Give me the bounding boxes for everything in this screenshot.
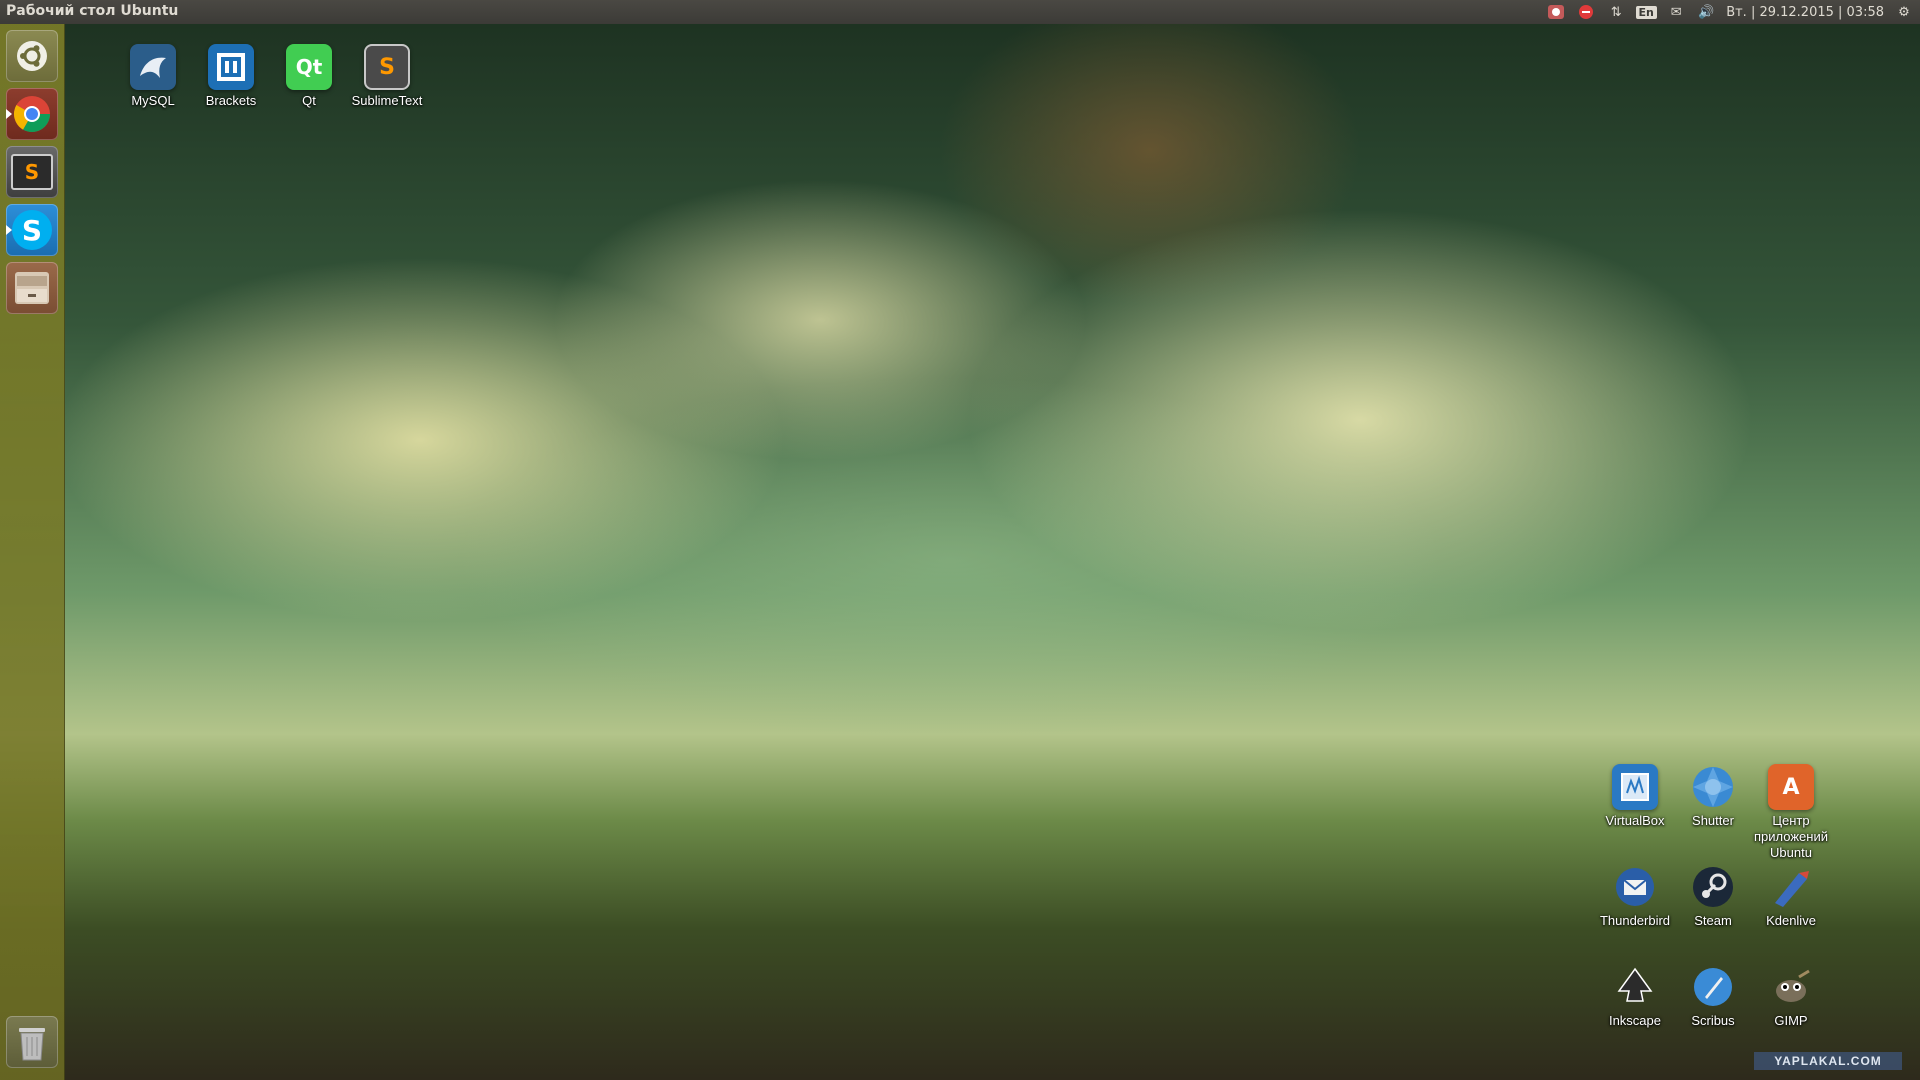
mail-icon[interactable]: ✉ xyxy=(1666,3,1686,21)
desktop-icon-label: Shutter xyxy=(1692,813,1734,828)
desktop-icon-label: Kdenlive xyxy=(1766,913,1816,928)
launcher-item-skype[interactable]: S xyxy=(6,204,58,256)
file-cabinet-icon xyxy=(15,272,49,304)
running-indicator xyxy=(6,109,12,119)
thunderbird-icon xyxy=(1612,864,1658,910)
volume-icon[interactable]: 🔊 xyxy=(1696,3,1716,21)
top-panel: Рабочий стол Ubuntu ⇅ En ✉ 🔊 Вт. | 29.12… xyxy=(0,0,1920,24)
brackets-icon xyxy=(208,44,254,90)
scribus-icon xyxy=(1690,964,1736,1010)
desktop-icon-thunderbird[interactable]: Thunderbird xyxy=(1595,864,1675,929)
datetime-indicator[interactable]: Вт. | 29.12.2015 | 03:58 xyxy=(1726,5,1884,20)
desktop-icon-label: GIMP xyxy=(1774,1013,1808,1028)
desktop-icon-label: MySQL xyxy=(131,93,175,108)
mysql-dolphin-icon xyxy=(130,44,176,90)
desktop-icon-scribus[interactable]: Scribus xyxy=(1673,964,1753,1029)
inkscape-icon xyxy=(1612,964,1658,1010)
desktop-icon-software-center[interactable]: A Центр приложений Ubuntu xyxy=(1751,764,1831,861)
desktop-icon-brackets[interactable]: Brackets xyxy=(191,44,271,109)
desktop-icon-label: SublimeText xyxy=(351,93,423,108)
sublime-text-icon: S xyxy=(364,44,410,90)
shutter-icon xyxy=(1690,764,1736,810)
desktop-icon-mysql[interactable]: MySQL xyxy=(113,44,193,109)
desktop-icon-label: Inkscape xyxy=(1608,1013,1662,1028)
keyboard-layout-indicator[interactable]: En xyxy=(1635,3,1657,21)
network-icon[interactable]: ⇅ xyxy=(1606,3,1626,21)
window-title: Рабочий стол Ubuntu xyxy=(6,3,179,19)
chrome-icon xyxy=(13,96,51,133)
unity-launcher: S S xyxy=(0,24,65,1080)
trash-icon xyxy=(19,1028,45,1061)
keyboard-language: En xyxy=(1635,5,1657,19)
gear-icon[interactable]: ⚙ xyxy=(1894,3,1914,21)
steam-icon xyxy=(1690,864,1736,910)
desktop-icon-qt[interactable]: Qt Qt xyxy=(269,44,349,109)
ubuntu-software-center-icon: A xyxy=(1768,764,1814,810)
desktop-icon-label: Brackets xyxy=(205,93,257,108)
desktop-icon-label: Qt xyxy=(302,93,316,108)
launcher-item-dash[interactable] xyxy=(6,30,58,82)
do-not-disturb-icon[interactable] xyxy=(1576,3,1596,21)
desktop-icon-gimp[interactable]: GIMP xyxy=(1751,964,1831,1029)
desktop-icon-label: Scribus xyxy=(1691,1013,1735,1028)
sublime-text-icon: S xyxy=(11,154,53,190)
launcher-item-trash[interactable] xyxy=(6,1016,58,1068)
ubuntu-logo-icon xyxy=(17,41,47,71)
desktop-icon-shutter[interactable]: Shutter xyxy=(1673,764,1753,829)
kdenlive-icon xyxy=(1768,864,1814,910)
desktop-icon-kdenlive[interactable]: Kdenlive xyxy=(1751,864,1831,929)
running-indicator xyxy=(6,225,12,235)
desktop-icon-label: Центр приложений Ubuntu xyxy=(1754,813,1828,860)
launcher-item-sublime-text[interactable]: S xyxy=(6,146,58,198)
watermark: YAPLAKAL.COM xyxy=(1754,1052,1902,1070)
indicator-app-icon[interactable] xyxy=(1546,3,1566,21)
desktop-icon-steam[interactable]: Steam xyxy=(1673,864,1753,929)
virtualbox-icon xyxy=(1612,764,1658,810)
desktop-icon-label: Thunderbird xyxy=(1599,913,1671,928)
desktop-icon-sublimetext[interactable]: S SublimeText xyxy=(347,44,427,109)
desktop-icon-label: VirtualBox xyxy=(1605,813,1665,828)
desktop-icon-label: Steam xyxy=(1694,913,1732,928)
launcher-item-chrome[interactable] xyxy=(6,88,58,140)
launcher-item-files[interactable] xyxy=(6,262,58,314)
desktop-icon-inkscape[interactable]: Inkscape xyxy=(1595,964,1675,1029)
desktop-icon-virtualbox[interactable]: VirtualBox xyxy=(1595,764,1675,829)
qt-icon: Qt xyxy=(286,44,332,90)
system-tray: ⇅ En ✉ 🔊 Вт. | 29.12.2015 | 03:58 ⚙ xyxy=(1546,0,1914,24)
gimp-icon xyxy=(1768,964,1814,1010)
skype-icon: S xyxy=(12,210,52,250)
